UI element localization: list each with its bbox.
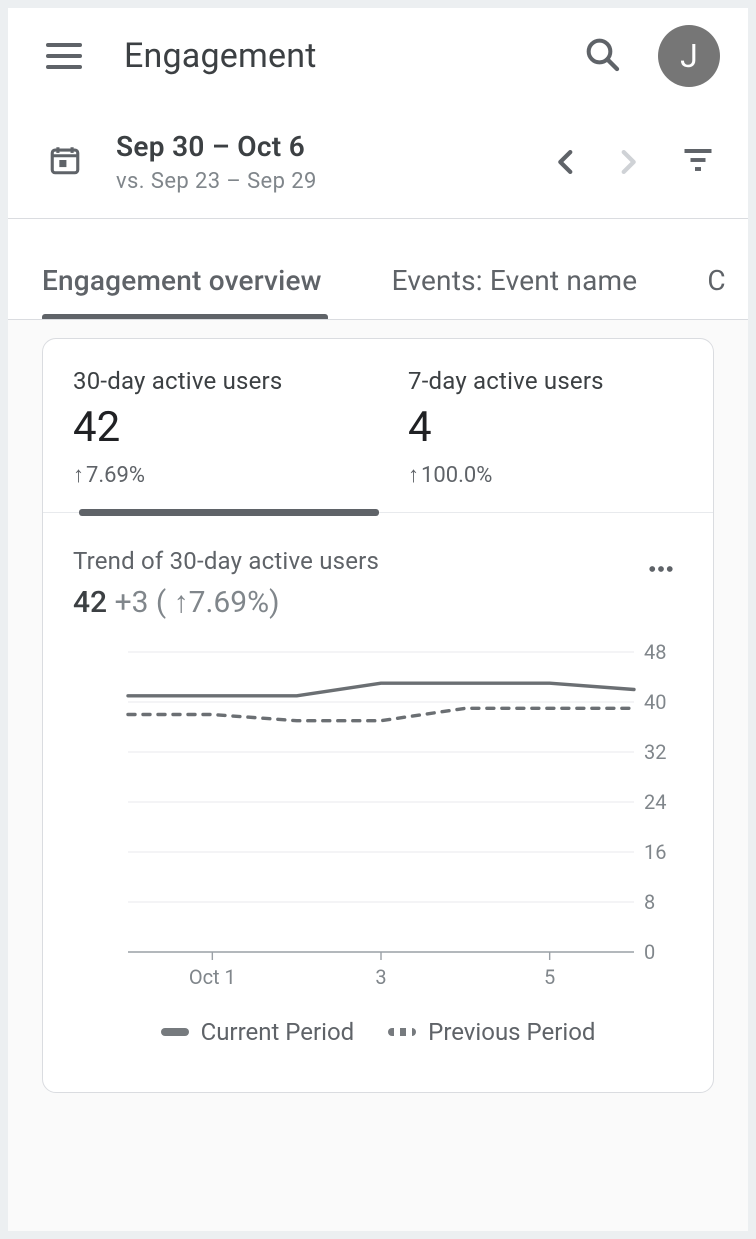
tab-truncated[interactable]: C [707, 264, 725, 319]
date-range-primary: Sep 30 – Oct 6 [116, 130, 544, 163]
avatar-initial: J [680, 37, 698, 75]
metric-value: 4 [408, 403, 713, 452]
svg-text:8: 8 [644, 890, 655, 914]
metric-title: 30-day active users [73, 367, 378, 395]
legend-previous: Previous Period [388, 1018, 595, 1046]
metric-title: 7-day active users [408, 367, 713, 395]
metric-delta: ↑100.0% [408, 462, 713, 488]
legend-current: Current Period [161, 1018, 355, 1046]
menu-icon[interactable] [46, 35, 88, 77]
legend-swatch-dashed [388, 1028, 416, 1036]
metrics-row: 30-day active users 42 ↑7.69% 7-day acti… [43, 339, 713, 512]
svg-text:16: 16 [644, 840, 666, 864]
metric-7day-active-users[interactable]: 7-day active users 4 ↑100.0% [378, 339, 713, 512]
arrow-up-icon: ↑ [408, 462, 419, 488]
legend-swatch-solid [161, 1028, 189, 1036]
more-options-icon[interactable] [639, 547, 683, 591]
svg-text:24: 24 [644, 790, 666, 814]
engagement-card: 30-day active users 42 ↑7.69% 7-day acti… [42, 338, 714, 1093]
svg-text:32: 32 [644, 740, 666, 764]
previous-period-button[interactable] [544, 140, 588, 184]
arrow-up-icon: ↑ [174, 585, 189, 620]
date-range-comparison: vs. Sep 23 – Sep 29 [116, 169, 544, 194]
svg-text:3: 3 [375, 965, 386, 989]
metric-30day-active-users[interactable]: 30-day active users 42 ↑7.69% [43, 339, 378, 512]
trend-title: Trend of 30-day active users [73, 547, 379, 575]
trend-chart: 0 8 16 24 32 40 48 Oct 1 3 5 [43, 620, 713, 1012]
svg-text:40: 40 [644, 690, 666, 714]
svg-text:Oct 1: Oct 1 [189, 965, 236, 989]
date-range-button[interactable]: Sep 30 – Oct 6 vs. Sep 23 – Sep 29 [116, 130, 544, 194]
metric-value: 42 [73, 403, 378, 452]
date-range-bar: Sep 30 – Oct 6 vs. Sep 23 – Sep 29 [8, 104, 748, 218]
chart-legend: Current Period Previous Period [43, 1012, 713, 1092]
calendar-icon[interactable] [48, 143, 86, 181]
avatar[interactable]: J [658, 25, 720, 87]
tab-events[interactable]: Events: Event name [392, 264, 638, 319]
chart-svg: 0 8 16 24 32 40 48 Oct 1 3 5 [67, 638, 689, 998]
tab-engagement-overview[interactable]: Engagement overview [42, 264, 322, 319]
trend-header: Trend of 30-day active users 42 +3 ( ↑7.… [43, 513, 713, 620]
metric-delta: ↑7.69% [73, 462, 378, 488]
arrow-up-icon: ↑ [73, 462, 84, 488]
trend-value: 42 +3 ( ↑7.69%) [73, 585, 379, 620]
page-title: Engagement [124, 36, 582, 76]
filter-icon[interactable] [680, 142, 720, 182]
svg-text:0: 0 [644, 940, 655, 964]
next-period-button[interactable] [606, 140, 650, 184]
search-icon[interactable] [582, 34, 626, 78]
svg-text:48: 48 [644, 640, 666, 664]
report-tabs: Engagement overview Events: Event name C [8, 219, 748, 319]
app-bar: Engagement J [8, 8, 748, 104]
svg-text:5: 5 [544, 965, 555, 989]
